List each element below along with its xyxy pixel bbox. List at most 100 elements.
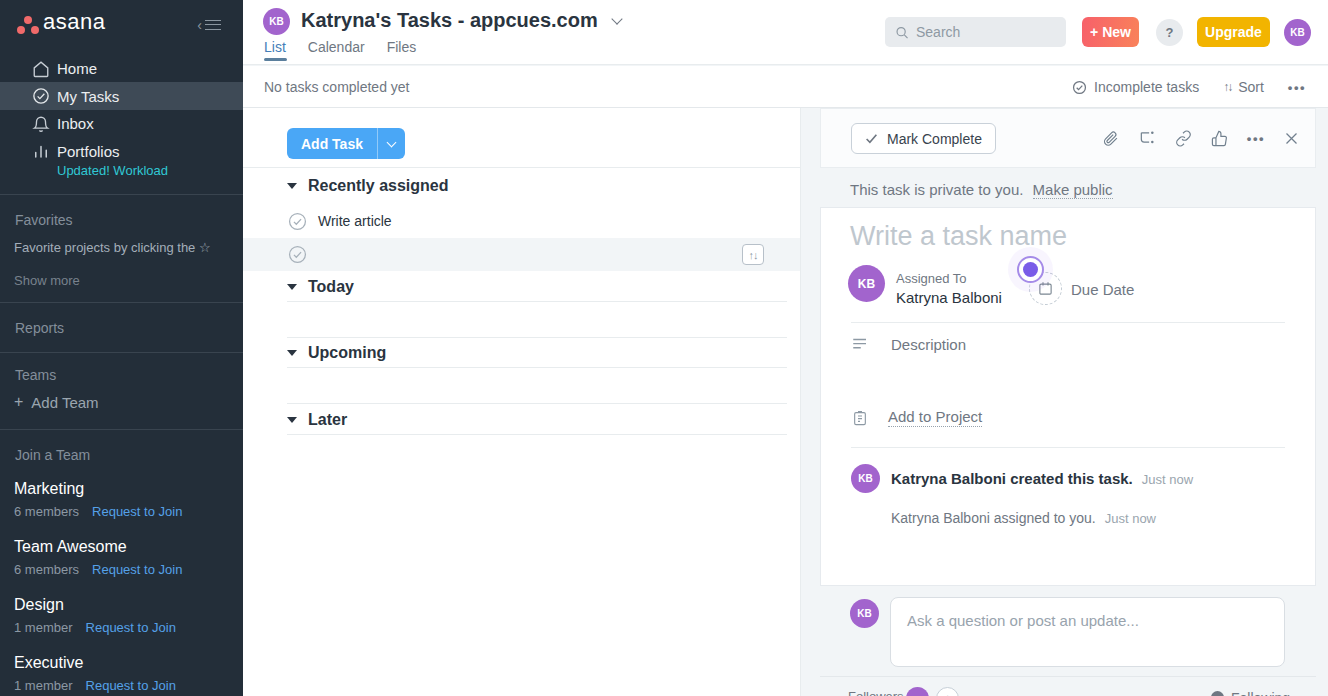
description-field[interactable]: Description	[851, 335, 966, 353]
hamburger-icon	[205, 16, 221, 33]
section-today[interactable]: Today	[287, 278, 354, 296]
add-task-dropdown[interactable]	[378, 128, 405, 159]
help-button[interactable]: ?	[1156, 19, 1183, 46]
tab-calendar[interactable]: Calendar	[308, 39, 365, 55]
sidebar: asana ‹ Home My Tasks Inbox	[0, 0, 243, 696]
sidebar-divider	[0, 352, 243, 353]
following-label[interactable]: Following	[1231, 690, 1290, 696]
section-recently-assigned[interactable]: Recently assigned	[287, 177, 449, 195]
sidebar-item-inbox[interactable]: Inbox	[0, 110, 243, 137]
section-later[interactable]: Later	[287, 411, 347, 429]
subtasks-icon[interactable]	[1138, 130, 1156, 147]
empty-row-divider	[287, 337, 787, 338]
search-input[interactable]	[885, 17, 1066, 47]
sidebar-item-home[interactable]: Home	[0, 55, 243, 82]
team-members: 1 member	[14, 620, 73, 635]
link-icon[interactable]	[1175, 130, 1192, 147]
request-to-join-link[interactable]: Request to Join	[92, 504, 182, 519]
page-title[interactable]: Katryna's Tasks - appcues.com	[301, 9, 598, 32]
home-icon	[32, 60, 50, 78]
top-header: KB Katryna's Tasks - appcues.com List Ca…	[243, 0, 1328, 65]
add-task-label[interactable]: Add Task	[287, 128, 377, 159]
attachment-icon[interactable]	[1102, 130, 1119, 147]
check-circle-icon	[1072, 80, 1087, 95]
activity-entry: Katryna Balboni assigned to you.Just now	[891, 510, 1156, 526]
triangle-down-icon	[287, 350, 297, 356]
mark-complete-button[interactable]: Mark Complete	[851, 123, 996, 154]
join-a-team-header: Join a Team	[15, 447, 90, 463]
task-name-input[interactable]: Write a task name	[850, 221, 1067, 252]
team-name[interactable]: Design	[14, 596, 64, 614]
team-name[interactable]: Executive	[14, 654, 83, 672]
assignee-avatar[interactable]: KB	[848, 265, 885, 302]
section-divider	[287, 301, 787, 302]
add-follower-button[interactable]: +	[936, 687, 959, 696]
section-upcoming[interactable]: Upcoming	[287, 344, 386, 362]
request-to-join-link[interactable]: Request to Join	[92, 562, 182, 577]
tab-list[interactable]: List	[264, 39, 286, 55]
active-tab-underline	[264, 58, 287, 61]
add-task-button[interactable]: Add Task	[287, 128, 405, 159]
description-label: Description	[891, 336, 966, 353]
chevron-down-icon[interactable]	[611, 13, 622, 24]
followers-bar: Followers KB + Following	[820, 676, 1316, 696]
sidebar-item-portfolios[interactable]: Portfolios	[0, 139, 243, 163]
team-name[interactable]: Team Awesome	[14, 538, 127, 556]
thumbs-up-icon[interactable]	[1211, 130, 1228, 147]
more-actions-button[interactable]: •••	[1247, 131, 1265, 146]
view-tabs: List Calendar Files	[264, 39, 416, 55]
sort-button[interactable]: ↑↓ Sort	[1223, 79, 1264, 95]
add-team-button[interactable]: + Add Team	[14, 393, 99, 411]
detail-header-icons: •••	[1102, 123, 1299, 154]
task-name[interactable]: Write article	[318, 213, 392, 229]
more-options-button[interactable]: •••	[1288, 80, 1306, 95]
task-check-icon[interactable]	[288, 245, 307, 264]
section-divider	[287, 367, 787, 368]
asana-logo-icon	[17, 14, 39, 36]
bell-icon	[32, 115, 50, 133]
task-row-selected[interactable]: ↑↓	[243, 238, 800, 271]
chevron-down-icon	[387, 137, 397, 147]
mark-complete-label: Mark Complete	[887, 131, 982, 147]
reorder-icon[interactable]: ↑↓	[742, 244, 764, 265]
click-indicator	[1017, 256, 1044, 283]
add-to-project-label: Add to Project	[888, 408, 982, 427]
tab-files[interactable]: Files	[387, 39, 417, 55]
reports-header[interactable]: Reports	[15, 320, 64, 336]
follower-avatar: KB	[906, 687, 929, 696]
comment-input[interactable]: Ask a question or post an update...	[890, 597, 1285, 667]
assigned-to-label: Assigned To	[896, 271, 967, 286]
new-button[interactable]: + New	[1082, 17, 1139, 47]
close-icon[interactable]	[1284, 131, 1299, 146]
sidebar-item-my-tasks[interactable]: My Tasks	[0, 82, 243, 110]
activity-time: Just now	[1142, 472, 1193, 487]
task-row[interactable]: Write article	[243, 204, 800, 238]
team-name[interactable]: Marketing	[14, 480, 84, 498]
activity-entry: Katryna Balboni created this task.Just n…	[891, 470, 1193, 487]
sidebar-collapse-button[interactable]: ‹	[197, 16, 221, 33]
activity-time: Just now	[1105, 511, 1156, 526]
search-field[interactable]	[916, 24, 1056, 40]
activity-avatar: KB	[851, 464, 880, 493]
add-to-project-button[interactable]: Add to Project	[852, 408, 982, 427]
section-divider	[287, 434, 787, 435]
show-more-link[interactable]: Show more	[14, 273, 80, 288]
comment-section: KB Ask a question or post an update...	[820, 586, 1316, 676]
team-members: 6 members	[14, 504, 79, 519]
make-public-link[interactable]: Make public	[1033, 181, 1113, 199]
triangle-down-icon	[287, 183, 297, 189]
filter-incomplete-button[interactable]: Incomplete tasks	[1072, 79, 1199, 95]
sidebar-item-label: Home	[57, 60, 97, 77]
team-meta: 1 member Request to Join	[14, 620, 176, 635]
section-title: Recently assigned	[308, 177, 449, 195]
task-check-icon[interactable]	[288, 212, 307, 231]
request-to-join-link[interactable]: Request to Join	[86, 678, 176, 693]
avatar[interactable]: KB	[263, 8, 290, 35]
detail-header: Mark Complete •••	[820, 108, 1316, 168]
assignee-name[interactable]: Katryna Balboni	[896, 289, 1002, 306]
user-avatar[interactable]: KB	[1284, 19, 1311, 46]
request-to-join-link[interactable]: Request to Join	[86, 620, 176, 635]
sidebar-item-label: My Tasks	[57, 88, 119, 105]
sidebar-item-workload[interactable]: Updated! Workload	[57, 163, 168, 178]
upgrade-button[interactable]: Upgrade	[1197, 17, 1270, 47]
